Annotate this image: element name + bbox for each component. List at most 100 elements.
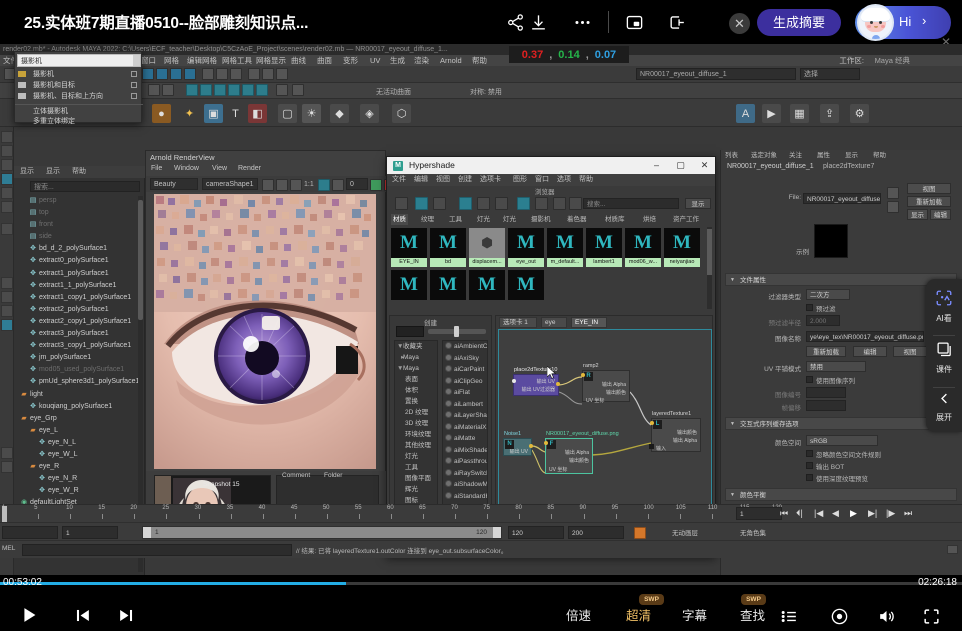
outliner-item[interactable]: ✥ eye_N_L bbox=[14, 437, 145, 449]
create-node-item[interactable]: aiMatte bbox=[443, 433, 487, 445]
maximize-icon[interactable]: ▢ bbox=[675, 160, 686, 171]
camera-dropdown-item[interactable]: 立体摄影机 bbox=[15, 104, 143, 116]
outliner-item[interactable]: ✥ bd_d_2_polySurface1 bbox=[14, 243, 145, 255]
outliner-item[interactable]: ✥ extract3_copy1_polySurface1 bbox=[14, 340, 145, 352]
range-handle-right[interactable] bbox=[493, 527, 501, 538]
material-swatch[interactable]: M bbox=[508, 270, 544, 300]
collapse-button[interactable]: 展开 bbox=[926, 391, 962, 423]
tab-bake[interactable]: 烘焙 bbox=[643, 214, 656, 225]
tool-last-used[interactable] bbox=[1, 223, 13, 235]
step-back-key-icon[interactable]: ⏴| bbox=[796, 508, 803, 519]
tab-textures[interactable]: 纹理 bbox=[421, 214, 434, 225]
timeline-playhead[interactable] bbox=[2, 506, 7, 522]
ignore-colorspace-checkbox[interactable] bbox=[806, 450, 813, 457]
node-tab-eye[interactable]: eye bbox=[541, 317, 567, 328]
selection-mode-field[interactable]: 选择 bbox=[800, 68, 860, 80]
material-swatch[interactable]: Mmod06_w... bbox=[625, 228, 661, 267]
camera-dropdown-item[interactable]: 摄影机、目标和上方向 bbox=[15, 91, 143, 102]
no-anim-layer-label[interactable]: 无动画层 bbox=[672, 527, 698, 537]
create-tree-item[interactable]: 2D 纹理 bbox=[395, 407, 437, 418]
toggle-editor-button[interactable] bbox=[248, 68, 260, 80]
file-reload-icon[interactable] bbox=[887, 201, 899, 213]
pin-button[interactable] bbox=[290, 179, 302, 191]
hs-menu-graph[interactable]: 图形 bbox=[513, 174, 527, 186]
outliner-menu-show[interactable]: 显示 bbox=[46, 166, 60, 178]
lighting-button[interactable] bbox=[242, 84, 254, 96]
create-tree-item[interactable]: 环境纹理 bbox=[395, 429, 437, 440]
create-tree-item[interactable]: ▼收藏夹 bbox=[395, 341, 437, 352]
speed-button[interactable]: 倍速 bbox=[566, 605, 591, 624]
menu-render[interactable]: 渲染 bbox=[414, 55, 429, 66]
view-four[interactable] bbox=[1, 291, 13, 303]
camera-option-checkbox[interactable] bbox=[131, 82, 137, 88]
tab-lights[interactable]: 灯光 bbox=[477, 214, 490, 225]
alpha-toggle-button[interactable] bbox=[318, 179, 330, 191]
outliner-item[interactable]: ▰ eye_Grp bbox=[14, 413, 145, 425]
create-node-item[interactable]: aiAxiSky bbox=[443, 353, 487, 365]
snap-projected-button[interactable] bbox=[170, 68, 182, 80]
tab-materials[interactable]: 材质 bbox=[391, 214, 408, 225]
poly-count-button[interactable] bbox=[148, 84, 160, 96]
outliner-item[interactable]: ✥ extract1_copy1_polySurface1 bbox=[14, 292, 145, 304]
shelf-icon-mesh[interactable]: ◆ bbox=[330, 104, 349, 123]
wireframe-button[interactable] bbox=[200, 84, 212, 96]
go-to-start-icon[interactable]: ⏮ bbox=[780, 508, 788, 519]
edit-button[interactable]: 编辑 bbox=[930, 209, 951, 220]
play-forwards-icon[interactable]: ▶ bbox=[850, 508, 857, 519]
animation-end-field[interactable]: 200 bbox=[568, 526, 624, 539]
close-icon[interactable]: ✕ bbox=[729, 13, 750, 34]
view-button[interactable]: 视图 bbox=[907, 183, 951, 194]
menu-mesh-display[interactable]: 网格显示 bbox=[256, 55, 286, 66]
camera-option-checkbox[interactable] bbox=[131, 71, 137, 77]
outliner-item[interactable]: ✥ extract1_1_polySurface1 bbox=[14, 280, 145, 292]
settings-icon[interactable] bbox=[828, 605, 850, 627]
material-swatch[interactable]: M bbox=[391, 270, 427, 300]
sort-icon[interactable] bbox=[433, 197, 446, 210]
tab-library[interactable]: 材质库 bbox=[605, 214, 625, 225]
hs-menu-tabs[interactable]: 选项卡 bbox=[480, 174, 501, 186]
play-icon[interactable] bbox=[16, 602, 42, 628]
create-tree-item[interactable]: 辉光 bbox=[395, 484, 437, 495]
node-place2d-output-port[interactable] bbox=[556, 382, 560, 386]
shelf-icon-arnold[interactable]: A bbox=[736, 104, 755, 123]
shelf-icon-text[interactable]: T bbox=[226, 104, 245, 123]
search-button[interactable]: 查找 bbox=[740, 605, 765, 624]
camera-option-checkbox[interactable] bbox=[131, 93, 137, 99]
create-tree-item[interactable]: 3D 纹理 bbox=[395, 418, 437, 429]
deep-texture-checkbox[interactable] bbox=[806, 474, 813, 481]
shelf-icon-rig[interactable]: ⬡ bbox=[392, 104, 411, 123]
symmetry-button[interactable] bbox=[292, 84, 304, 96]
tab-shaders[interactable]: 着色器 bbox=[567, 214, 587, 225]
tool-rotate[interactable] bbox=[1, 187, 13, 199]
shelf-icon-camera[interactable]: ▢ bbox=[278, 104, 297, 123]
create-tree-item[interactable]: 其他纹理 bbox=[395, 440, 437, 451]
create-node-item[interactable]: aiShadowMatte bbox=[443, 479, 487, 491]
output-bot-checkbox[interactable] bbox=[806, 462, 813, 469]
sort-type-icon[interactable] bbox=[535, 197, 548, 210]
node-layeredtexture[interactable]: layeredTexture1 L 输出颜色 输出 Alpha 输入 bbox=[651, 418, 701, 452]
create-node-item[interactable]: aiCarPaint bbox=[443, 364, 487, 376]
play-backwards-icon[interactable]: ◀ bbox=[832, 508, 839, 519]
playlist-icon[interactable] bbox=[778, 605, 800, 627]
node-layered-in-socket[interactable] bbox=[649, 444, 654, 449]
tool-lasso[interactable] bbox=[1, 145, 13, 157]
previous-icon[interactable] bbox=[70, 603, 94, 627]
shadow-button[interactable] bbox=[256, 84, 268, 96]
close-icon[interactable]: ✕ bbox=[699, 160, 710, 171]
material-swatch[interactable]: ⬢displacem... bbox=[469, 228, 505, 267]
create-node-item[interactable]: aiAmbientOcclusion bbox=[443, 341, 487, 353]
create-tree-item[interactable]: ▸Maya bbox=[395, 352, 437, 363]
shelf-icon-sphere[interactable]: ● bbox=[152, 104, 171, 123]
ae-menu-focus[interactable]: 关注 bbox=[789, 150, 802, 161]
outliner-item[interactable]: ▤ side bbox=[14, 231, 145, 243]
gamma-button[interactable] bbox=[332, 179, 344, 191]
material-swatch[interactable]: Mneiyanjiao bbox=[664, 228, 700, 267]
outliner-item[interactable]: ✥ extract1_polySurface1 bbox=[14, 268, 145, 280]
menu-uv[interactable]: UV bbox=[370, 55, 380, 66]
go-to-end-icon[interactable]: ⏭ bbox=[904, 508, 912, 519]
hypershade-titlebar[interactable]: M Hypershade – ▢ ✕ bbox=[387, 157, 715, 174]
channel-box-button[interactable] bbox=[276, 68, 288, 80]
node-noise1-output-port[interactable] bbox=[529, 444, 533, 448]
exposure-field[interactable]: 0 bbox=[346, 178, 368, 190]
camera-dropdown-search[interactable]: 摄影机 bbox=[17, 54, 141, 67]
